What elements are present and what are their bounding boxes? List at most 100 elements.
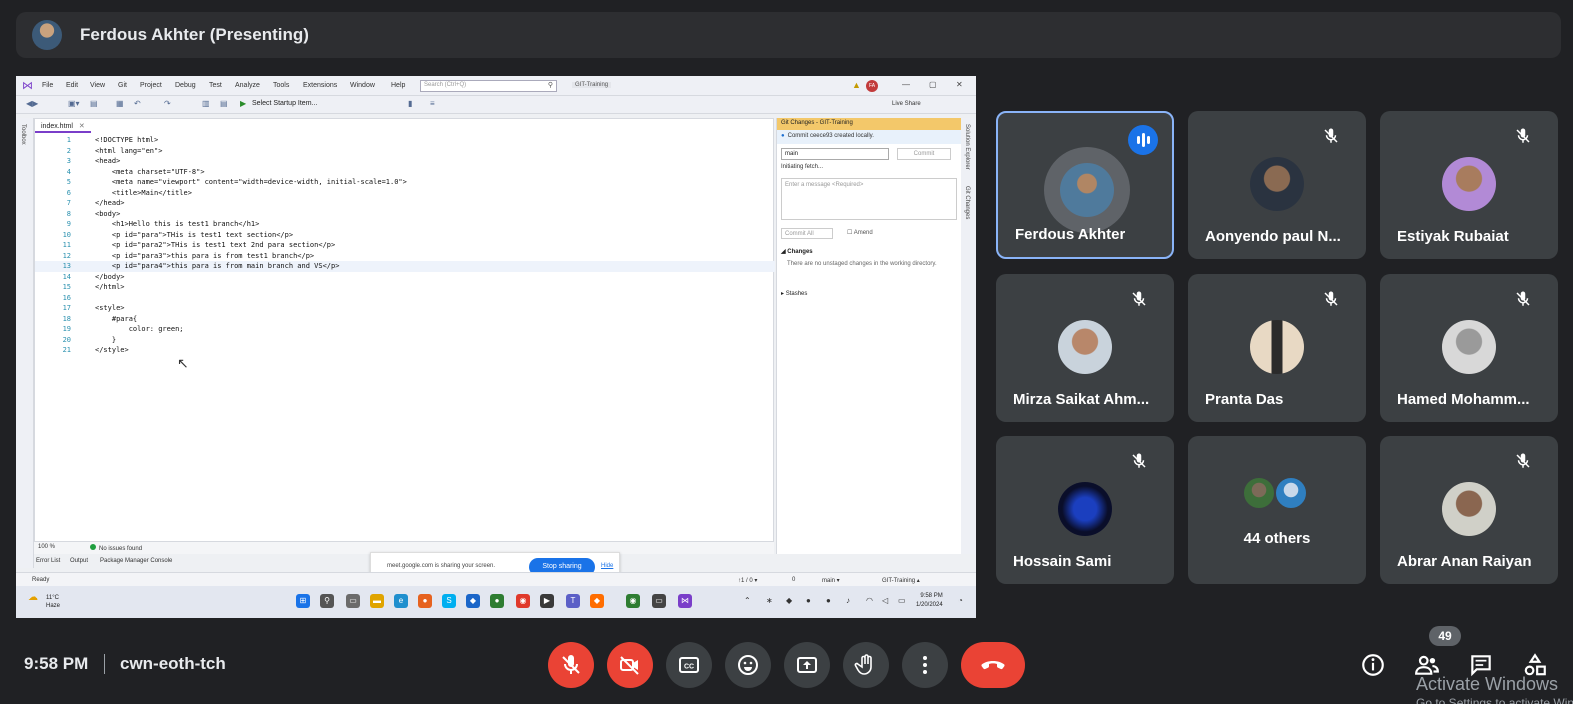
amend-label: Amend: [853, 230, 873, 236]
participant-tile-estiyak[interactable]: Estiyak Rubaiat: [1380, 111, 1558, 259]
mic-off-icon: [1132, 453, 1146, 468]
firefox-icon: ●: [418, 594, 432, 608]
code-text: <body>: [95, 209, 121, 218]
line-number: 18: [62, 314, 71, 323]
line-number: 21: [62, 346, 71, 354]
menu-debug: Debug: [175, 82, 196, 89]
info-icon: ●: [781, 133, 785, 139]
avatar: [1058, 320, 1112, 374]
more-options-button[interactable]: [902, 642, 948, 688]
meeting-controls-bar: 9:58 PM cwn-eoth-tch CC 49 Activate Wind…: [0, 618, 1573, 704]
presenter-title: Ferdous Akhter (Presenting): [80, 25, 309, 44]
code-line: 7 </head>: [35, 198, 775, 209]
mic-off-icon: [1516, 128, 1530, 143]
code-text: <title>Main</title>: [95, 188, 192, 197]
participant-tile-ferdous[interactable]: Ferdous Akhter: [996, 111, 1174, 259]
git-changes-panel: Git Changes - GIT-Training ● Commit ceece…: [776, 118, 962, 554]
participant-name: Estiyak Rubaiat: [1397, 228, 1509, 245]
git-panel-title: Git Changes - GIT-Training: [777, 118, 962, 130]
code-text: </head>: [95, 199, 125, 207]
participant-tile-pranta[interactable]: Pranta Das: [1188, 274, 1366, 422]
toolbar-open-icon: ▤: [90, 99, 98, 108]
vs-statusbar: Ready ↑1 / 0 ▾ 0 main ▾ GIT-Training ▴: [16, 572, 976, 586]
edge-icon: e: [394, 594, 408, 608]
toolbar-folder-icon: ▥: [202, 99, 210, 108]
git-info-text: Commit ceece93 created locally.: [787, 133, 874, 139]
code-line: 6 <title>Main</title>: [35, 188, 775, 199]
svg-text:CC: CC: [684, 664, 694, 671]
changes-label: Changes: [787, 249, 813, 255]
play-icon: ▶: [240, 99, 247, 108]
search-taskbar-icon: ⚲: [320, 594, 334, 608]
participant-tile-aonyendo[interactable]: Aonyendo paul N...: [1188, 111, 1366, 259]
status-pencil: 0: [792, 577, 796, 583]
file-explorer-icon: ▬: [370, 594, 384, 608]
git-info-bar: ● Commit ceece93 created locally.: [777, 130, 962, 144]
meeting-time: 9:58 PM: [24, 654, 89, 673]
avatar: [1242, 476, 1276, 510]
code-line: 19 color: green;: [35, 324, 775, 335]
meeting-details-button[interactable]: [1360, 652, 1386, 678]
weather-text: 11°C Haze: [46, 594, 60, 610]
vs-menubar: ⋈ File Edit View Git Project Debug Test …: [16, 76, 976, 96]
shared-screen[interactable]: ⋈ File Edit View Git Project Debug Test …: [16, 76, 976, 618]
code-text: <head>: [95, 157, 121, 165]
stashes-header: ▸ Stashes: [781, 291, 808, 297]
zoom-level: 100 %: [38, 544, 56, 550]
status-updown: ↑1 / 0 ▾: [738, 578, 758, 584]
line-number: 5: [66, 178, 71, 186]
reactions-button[interactable]: [725, 642, 771, 688]
participant-tile-mirza[interactable]: Mirza Saikat Ahm...: [996, 274, 1174, 422]
code-text: <meta charset="UTF-8">: [95, 167, 205, 176]
toolbar-back-icon: ◀▶: [26, 99, 39, 108]
whatsapp-icon: ●: [490, 594, 504, 608]
weather-temp: 11°C: [46, 595, 59, 601]
line-number: 11: [62, 241, 71, 249]
participant-name: Ferdous Akhter: [1015, 226, 1126, 243]
speaking-indicator-icon: [1128, 125, 1158, 155]
status-branch: main ▾: [822, 578, 840, 584]
participant-tile-abrar[interactable]: Abrar Anan Raiyan: [1380, 436, 1558, 584]
code-line: 13 <p id="para4">this para is from main …: [35, 261, 775, 272]
no-changes-text: There are no unstaged changes in the wor…: [787, 261, 937, 267]
avatar: [1250, 320, 1304, 374]
participant-tile-hossain[interactable]: Hossain Sami: [996, 436, 1174, 584]
line-number: 16: [62, 293, 71, 302]
toolbox-label: Toolbox: [20, 124, 26, 145]
participant-tile-others[interactable]: 44 others: [1188, 436, 1366, 584]
code-text: <h1>Hello this is test1 branch</h1>: [95, 220, 260, 228]
code-line: 15 </html>: [35, 282, 775, 293]
commit-all-button: Commit All: [781, 228, 833, 239]
participant-tile-hamed[interactable]: Hamed Mohamm...: [1380, 274, 1558, 422]
raise-hand-button[interactable]: [843, 642, 889, 688]
code-line: 2 <html lang="en">: [35, 146, 775, 157]
code-line: 3 <head>: [35, 156, 775, 167]
line-number: 1: [66, 136, 71, 144]
code-editor: index.html ✕ 1 <!DOCTYPE html> 2 <html lang=…: [34, 118, 775, 554]
participant-name: Mirza Saikat Ahm...: [1013, 391, 1150, 408]
activate-windows-watermark: Activate Windows: [1416, 674, 1559, 694]
captions-button[interactable]: CC: [666, 642, 712, 688]
task-view-icon: ▭: [346, 594, 360, 608]
code-line: 11 <p id="para2">THis is test1 text 2nd …: [35, 240, 775, 251]
avatar: [1044, 147, 1130, 233]
leave-call-button[interactable]: [961, 642, 1025, 688]
fetch-status: Initiating fetch...: [781, 164, 824, 170]
camera-button[interactable]: [607, 642, 653, 688]
toolbar-comment-icon: ≡: [430, 99, 435, 108]
editor-tab: index.html ✕: [35, 119, 91, 133]
present-button[interactable]: [784, 642, 830, 688]
vs-search-placeholder: Search (Ctrl+Q): [424, 82, 467, 88]
microphone-button[interactable]: [548, 642, 594, 688]
code-text: </html>: [95, 283, 125, 291]
code-lines: 1 <!DOCTYPE html> 2 <html lang="en"> 3 <head>…: [35, 135, 775, 356]
mouse-cursor-icon: ↖: [177, 355, 189, 371]
taskbar-time: 9:58 PM: [920, 593, 943, 599]
menu-tools: Tools: [273, 82, 290, 89]
hide-link[interactable]: Hide: [601, 563, 613, 569]
phone-hangup-icon: [981, 661, 1005, 670]
participant-name: Hossain Sami: [1013, 553, 1112, 570]
menu-test: Test: [209, 82, 222, 89]
line-number: 20: [62, 335, 71, 344]
line-number: 15: [62, 283, 71, 291]
